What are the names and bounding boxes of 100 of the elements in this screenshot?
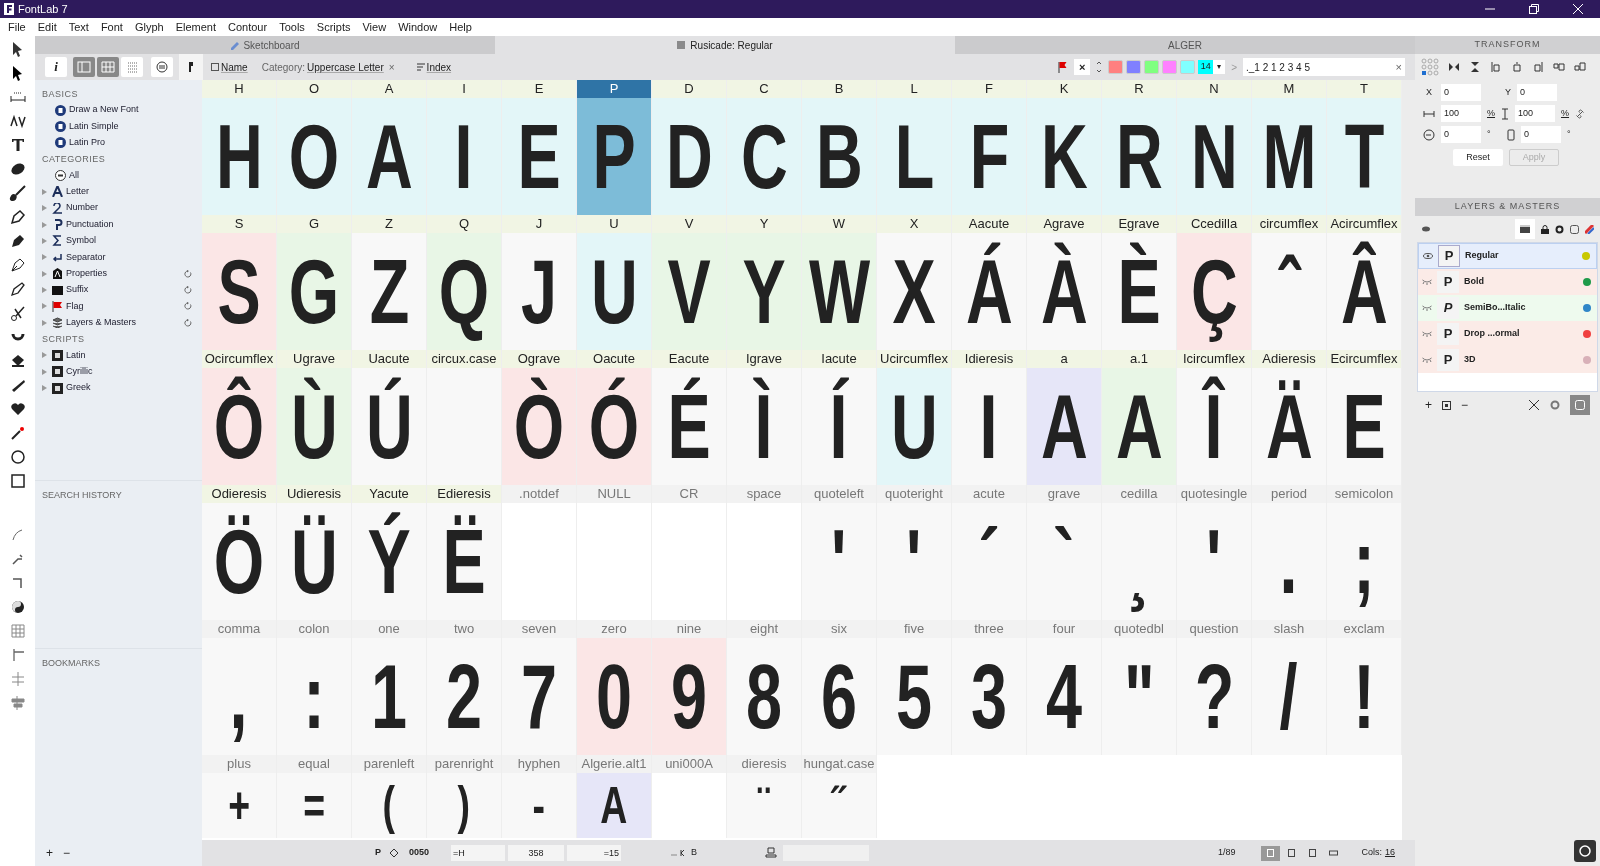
glyph-cell[interactable]: Ocircumflex Ô [202,350,277,485]
menu-item[interactable]: Window [392,18,444,36]
link-icon[interactable] [1575,108,1586,119]
glyph-cell[interactable]: J J [502,215,577,350]
menu-item[interactable]: File [2,18,32,36]
layer-row[interactable]: P Bold [1418,269,1597,295]
sidebar-item[interactable]: Draw a New Font [69,103,139,117]
layer-row[interactable]: P Drop ...ormal [1418,321,1597,347]
glyph-cell[interactable]: C C [727,80,802,215]
glyph-cell[interactable]: Agrave À [1027,215,1102,350]
scissors-icon[interactable] [8,304,27,322]
glyph-cell[interactable]: Ecircumflex E [1327,350,1402,485]
glyph-preview-button[interactable] [179,54,203,80]
glyph-cell[interactable]: Ugrave Ù [277,350,352,485]
gear-icon[interactable] [1555,224,1564,234]
glyph-cell[interactable]: comma , [202,620,277,755]
color-swatch[interactable] [1162,60,1178,74]
layer-mode-button[interactable] [1515,219,1535,239]
menu-item[interactable]: View [356,18,393,36]
sidebar-item[interactable]: Flag [66,299,84,314]
align-icon[interactable] [8,694,27,712]
pen-icon[interactable] [8,256,27,274]
glyph-cell[interactable]: colon : [277,620,352,755]
glyph-cell[interactable]: Idieresis I [952,350,1027,485]
metric-field[interactable]: =15 [567,845,622,861]
glyph-cell[interactable]: three 3 [952,620,1027,755]
closed-eye-icon[interactable] [1422,357,1432,363]
glyph-cell[interactable]: N N [1177,80,1252,215]
color-swatch[interactable] [1144,60,1160,74]
glyph-cell[interactable]: slash / [1252,620,1327,755]
glyph-cell[interactable]: dieresis ¨ [727,755,802,838]
height-field[interactable]: 100 [1515,105,1555,122]
glyph-cell[interactable]: G G [277,215,352,350]
remove-button[interactable]: − [63,844,71,862]
info-button[interactable]: i [45,57,67,77]
align-center-icon[interactable] [1511,61,1523,73]
menu-item[interactable]: Tools [273,18,311,36]
glyph-cell[interactable]: six 6 [802,620,877,755]
glyph-cell[interactable]: Egrave È [1102,215,1177,350]
glyph-cell[interactable]: hyphen - [502,755,577,838]
scrollbar[interactable] [1402,80,1415,840]
glyph-cell[interactable]: Uacute Ú [352,350,427,485]
color-icon[interactable] [1585,224,1594,234]
dropdown-caret[interactable]: ▾ [1213,60,1226,74]
glyph-cell[interactable]: space [727,485,802,620]
glyph-cell[interactable]: hungat.case ˝ [802,755,877,838]
menu-item[interactable]: Help [443,18,478,36]
width-field[interactable]: 100 [1441,105,1481,122]
clear-flag-button[interactable]: × [1074,59,1091,75]
glyph-cell[interactable]: Y Y [727,215,802,350]
sidebar-item[interactable]: Latin Pro [69,136,106,150]
sidebar-item[interactable]: Latin [66,348,86,362]
glyph-cell[interactable]: U U [577,215,652,350]
index-link[interactable]: Index [426,59,452,75]
glyph-cell[interactable]: Oacute Ó [577,350,652,485]
y-field[interactable]: 0 [1517,84,1557,101]
flag-icon[interactable] [1058,61,1069,73]
sidebar-item[interactable]: Punctuation [66,217,114,232]
add-button[interactable]: + [46,844,53,862]
glyph-cell[interactable]: NULL [577,485,652,620]
glyph-cell[interactable]: Yacute Ý [352,485,427,620]
flip-vertical-icon[interactable] [1469,61,1481,73]
glyph-cell[interactable]: Iacute Í [802,350,877,485]
glyph-cell[interactable]: a.1 A [1102,350,1177,485]
glyph-cell[interactable]: Q Q [427,215,502,350]
clear-category-button[interactable]: × [388,59,395,75]
glyph-cell[interactable]: P P [577,80,652,215]
glyph-cell[interactable]: Ccedilla Ç [1177,215,1252,350]
sidebar-item[interactable]: Suffix [66,283,89,297]
menu-item[interactable]: Edit [31,18,63,36]
sidebar-item[interactable]: Number [66,201,98,215]
distribute-icon[interactable] [1574,61,1586,73]
glyph-cell[interactable]: Z Z [352,215,427,350]
layer-row[interactable]: P 3D [1418,347,1597,373]
menu-item[interactable]: Scripts [310,18,357,36]
glyph-cell[interactable]: nine 9 [652,620,727,755]
name-filter-link[interactable]: Name [221,59,248,75]
layer-name[interactable]: SemiBo...Italic [1464,301,1541,315]
layer-name[interactable]: Regular [1465,249,1540,263]
glyph-cell[interactable]: period . [1252,485,1327,620]
up-down-icon[interactable] [1096,60,1103,74]
color-swatch[interactable] [1108,60,1124,74]
layer-name[interactable]: 3D [1464,353,1541,367]
slant-field[interactable]: 0 [1521,126,1561,143]
layer-name[interactable]: Bold [1464,275,1541,289]
glyph-cell[interactable]: S S [202,215,277,350]
sync-button[interactable] [1574,840,1596,862]
add-layer-button[interactable]: + [1425,396,1432,414]
pen-icon[interactable] [8,208,27,226]
glyph-cell[interactable]: grave ` [1027,485,1102,620]
glyph-cell[interactable]: T T [1327,80,1402,215]
align-left-icon[interactable] [1490,61,1502,73]
glyph-cell[interactable]: semicolon ; [1327,485,1402,620]
sidebar-item[interactable]: Greek [66,381,91,395]
glyph-cell[interactable]: Eacute É [652,350,727,485]
glyph-cell[interactable]: D D [652,80,727,215]
filter-button[interactable] [151,57,173,77]
glyph-cell[interactable]: L L [877,80,952,215]
clear-search-button[interactable]: × [1395,58,1402,76]
sidebar-item[interactable]: Symbol [66,234,96,248]
